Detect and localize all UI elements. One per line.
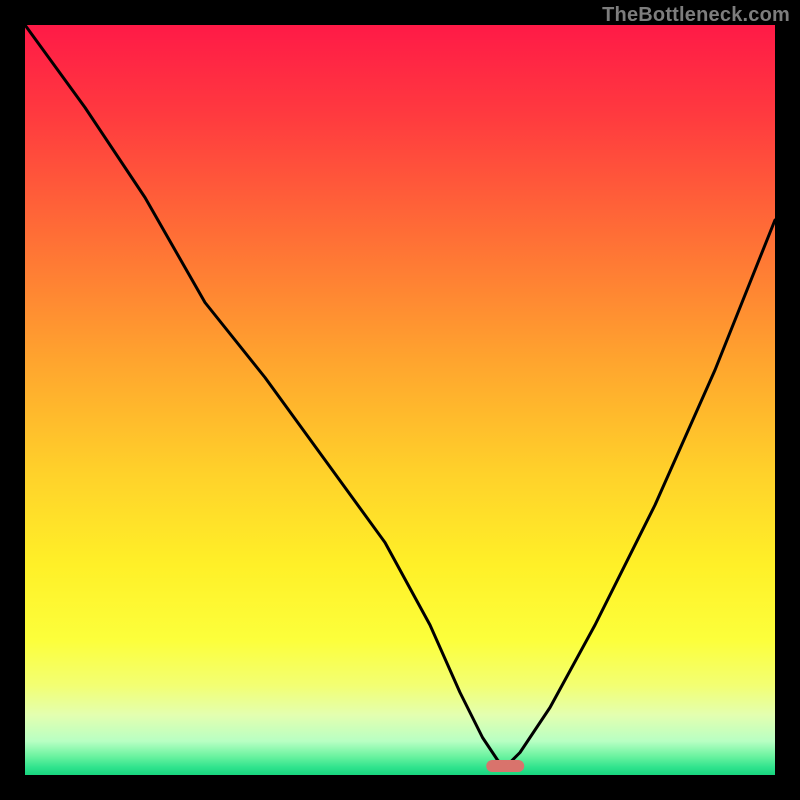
- chart-frame: TheBottleneck.com: [0, 0, 800, 800]
- background-gradient: [25, 25, 775, 775]
- plot-area: [25, 25, 775, 775]
- watermark: TheBottleneck.com: [602, 4, 790, 27]
- optimal-marker: [486, 760, 524, 772]
